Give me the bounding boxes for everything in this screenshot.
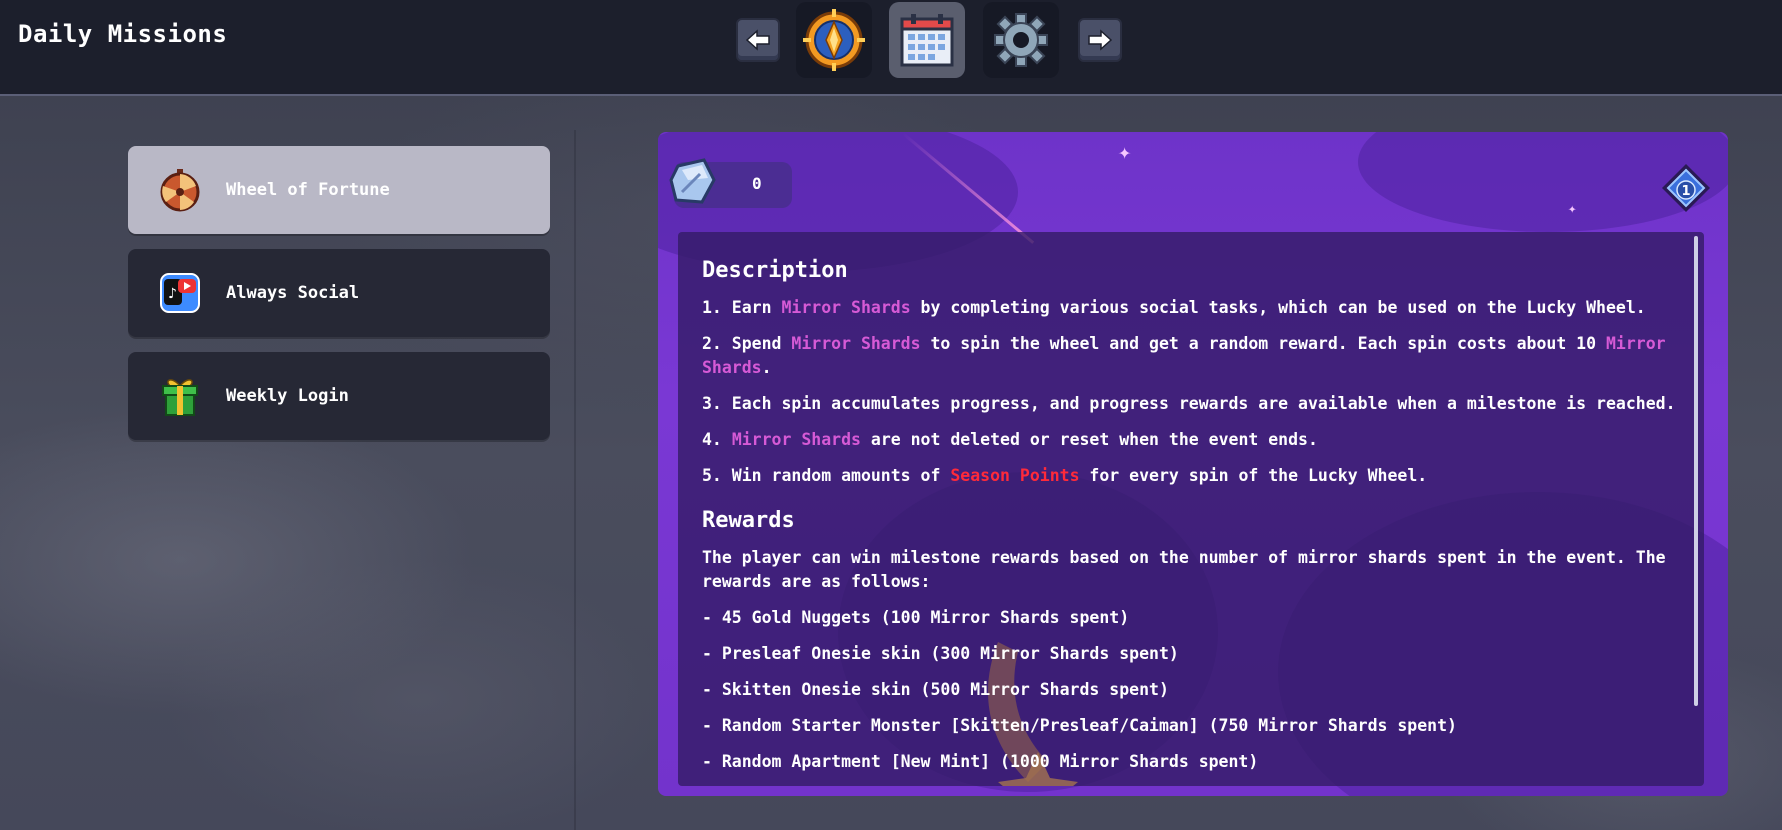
description-text: Description 1. Earn Mirror Shards by com…: [702, 256, 1677, 786]
rewards-intro: The player can win milestone rewards bas…: [702, 548, 1666, 591]
description-line-4: 4. Mirror Shards are not deleted or rese…: [702, 430, 1318, 449]
description-scroll-area[interactable]: Description 1. Earn Mirror Shards by com…: [678, 232, 1704, 786]
mirror-shard-counter: 0: [669, 158, 792, 208]
reward-item: - Random Starter Monster [Skitten/Presle…: [702, 716, 1457, 735]
next-button[interactable]: [1078, 18, 1122, 62]
sparkle-icon: ✦: [1118, 140, 1132, 165]
calendar-icon: [900, 14, 954, 67]
page-title: Daily Missions: [18, 20, 228, 48]
reward-item: - Presleaf Onesie skin (300 Mirror Shard…: [702, 644, 1179, 663]
diamond-badge-icon: 1: [1662, 164, 1710, 212]
sidebar-item-label: Weekly Login: [226, 386, 349, 406]
sidebar-item-wheel-of-fortune[interactable]: Wheel of Fortune: [128, 146, 550, 234]
description-line-2: 2. Spend Mirror Shards to spin the wheel…: [702, 334, 1666, 377]
badge-number: 1: [1681, 184, 1690, 199]
gift-box-icon: [158, 374, 202, 418]
tab-settings[interactable]: [983, 2, 1059, 78]
reward-item: - Skitten Onesie skin (500 Mirror Shards…: [702, 680, 1169, 699]
sidebar-item-label: Wheel of Fortune: [226, 180, 390, 200]
social-app-icon: ♪: [158, 271, 202, 315]
event-panel: ✦ ✦ 0 1 Description 1. Earn Mirror Shard…: [658, 132, 1728, 796]
scrollbar[interactable]: [1694, 236, 1698, 706]
reward-item: - 45 Gold Nuggets (100 Mirror Shards spe…: [702, 608, 1130, 627]
fortune-wheel-icon: [158, 168, 202, 212]
shard-count: 0: [752, 174, 762, 193]
tab-daily-calendar[interactable]: [889, 2, 965, 78]
level-badge: 1: [1660, 162, 1712, 214]
reward-item: - Random Apartment [New Mint] (1000 Mirr…: [702, 752, 1259, 771]
description-heading: Description: [702, 258, 848, 283]
top-bar: Daily Missions: [0, 0, 1782, 96]
arrow-left-icon: [745, 29, 770, 51]
sidebar-item-always-social[interactable]: ♪ Always Social: [128, 249, 550, 337]
svg-text:♪: ♪: [168, 286, 177, 302]
tab-event-emblem[interactable]: [796, 2, 872, 78]
sidebar-item-weekly-login[interactable]: Weekly Login: [128, 352, 550, 440]
sidebar-item-label: Always Social: [226, 283, 360, 303]
rewards-heading: Rewards: [702, 508, 795, 533]
sparkle-icon: ✦: [1568, 201, 1577, 217]
description-line-1: 1. Earn Mirror Shards by completing vari…: [702, 298, 1646, 317]
description-line-5: 5. Win random amounts of Season Points f…: [702, 466, 1428, 485]
arrow-right-icon: [1088, 29, 1113, 51]
mirror-shard-icon: [669, 158, 716, 204]
description-line-3: 3. Each spin accumulates progress, and p…: [702, 394, 1676, 413]
prev-button[interactable]: [736, 18, 780, 62]
gear-icon: [994, 13, 1048, 67]
column-divider: [574, 130, 576, 830]
orange-compass-emblem-icon: [803, 9, 865, 71]
